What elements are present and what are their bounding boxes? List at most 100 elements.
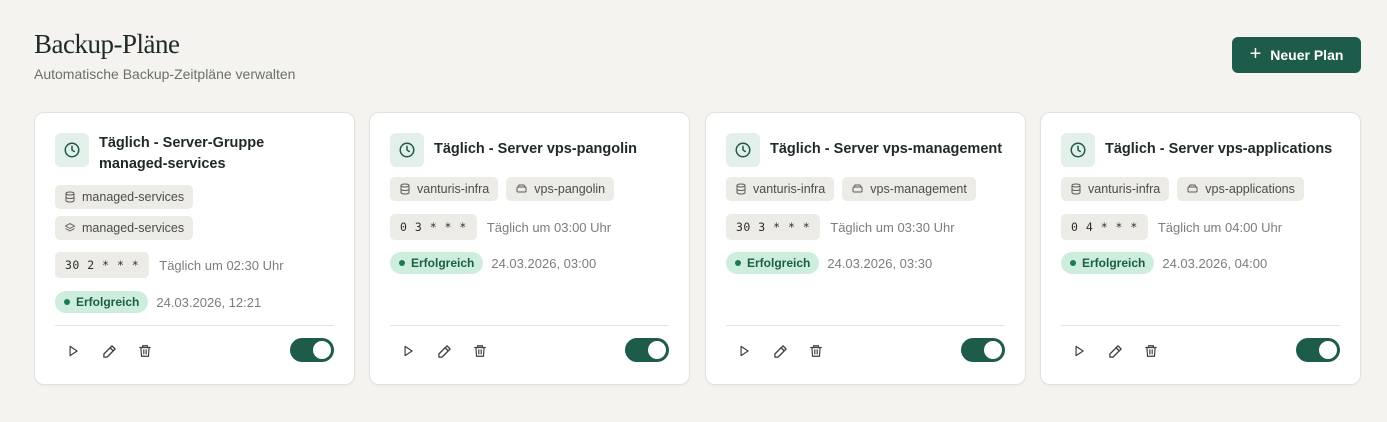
play-icon bbox=[1075, 345, 1084, 357]
schedule-description: Täglich um 02:30 Uhr bbox=[159, 257, 284, 273]
pencil-icon bbox=[1108, 344, 1122, 358]
card-actions bbox=[1069, 341, 1161, 361]
clock-icon bbox=[55, 133, 89, 167]
clock-icon bbox=[726, 133, 760, 167]
schedule-description: Täglich um 03:30 Uhr bbox=[830, 219, 955, 235]
toggle-knob bbox=[1319, 341, 1337, 359]
server-icon bbox=[516, 184, 527, 193]
run-button[interactable] bbox=[734, 341, 754, 361]
tag-row: managed-services bbox=[55, 216, 194, 240]
card-header: Täglich - Server vps-pangolin bbox=[390, 133, 671, 167]
server-tag: vps-management bbox=[842, 177, 976, 201]
enabled-toggle[interactable] bbox=[1296, 338, 1340, 362]
server-icon bbox=[1187, 184, 1198, 193]
page-subtitle: Automatische Backup-Zeitpläne verwalten bbox=[34, 66, 296, 82]
delete-button[interactable] bbox=[135, 341, 155, 361]
delete-button[interactable] bbox=[806, 341, 826, 361]
card-actions bbox=[63, 341, 155, 361]
divider bbox=[726, 325, 1005, 326]
status-row: Erfolgreich 24.03.2026, 03:30 bbox=[726, 252, 932, 274]
trash-icon bbox=[1145, 345, 1157, 357]
status-badge: Erfolgreich bbox=[726, 252, 820, 274]
clock-icon bbox=[390, 133, 424, 167]
schedule-description: Täglich um 03:00 Uhr bbox=[486, 219, 612, 235]
tag-row: vanturis-infra vps-pangolin bbox=[390, 177, 615, 201]
cron-expression: 30 2 * * * bbox=[55, 252, 150, 278]
plan-card: Täglich - Server vps-pangolin vanturis-i… bbox=[369, 112, 690, 385]
card-actions bbox=[398, 341, 490, 361]
card-title: Täglich - Server vps-pangolin bbox=[434, 141, 638, 157]
pencil-icon bbox=[773, 344, 787, 358]
edit-button[interactable] bbox=[1105, 341, 1125, 361]
schedule-row: 30 2 * * * Täglich um 02:30 Uhr bbox=[55, 252, 284, 278]
last-run-time: 24.03.2026, 03:30 bbox=[827, 255, 933, 271]
plan-card: Täglich - Server vps-applications vantur… bbox=[1040, 112, 1361, 385]
status-row: Erfolgreich 24.03.2026, 04:00 bbox=[1061, 252, 1267, 274]
database-icon bbox=[736, 183, 746, 195]
card-header: Täglich - Server vps-management bbox=[726, 133, 1007, 167]
cron-expression: 30 3 * * * bbox=[726, 214, 821, 240]
status-badge: Erfolgreich bbox=[1061, 252, 1155, 274]
card-title: Täglich - Server vps-applications bbox=[1105, 141, 1333, 157]
enabled-toggle[interactable] bbox=[290, 338, 334, 362]
repository-tag: vanturis-infra bbox=[726, 177, 835, 201]
status-dot-icon bbox=[735, 260, 741, 266]
layers-icon bbox=[65, 223, 75, 232]
play-icon bbox=[404, 345, 413, 357]
card-actions bbox=[734, 341, 826, 361]
server-tag: vps-pangolin bbox=[506, 177, 615, 201]
page-title: Backup-Pläne bbox=[34, 29, 180, 59]
schedule-description: Täglich um 04:00 Uhr bbox=[1157, 219, 1283, 235]
plan-card: Täglich - Server vps-management vanturis… bbox=[705, 112, 1026, 385]
pencil-icon bbox=[102, 344, 116, 358]
divider bbox=[1061, 325, 1340, 326]
new-plan-label: Neuer Plan bbox=[1270, 47, 1344, 63]
server-tag: vps-applications bbox=[1177, 177, 1304, 201]
play-icon bbox=[69, 345, 78, 357]
last-run-time: 24.03.2026, 12:21 bbox=[156, 294, 262, 310]
toggle-knob bbox=[313, 341, 331, 359]
run-button[interactable] bbox=[63, 341, 83, 361]
database-icon bbox=[400, 183, 410, 195]
plan-card: Täglich - Server-Gruppe managed-services… bbox=[34, 112, 355, 385]
status-dot-icon bbox=[64, 299, 70, 305]
status-dot-icon bbox=[399, 260, 405, 266]
run-button[interactable] bbox=[1069, 341, 1089, 361]
schedule-row: 30 3 * * * Täglich um 03:30 Uhr bbox=[726, 214, 955, 240]
card-title: Täglich - Server vps-management bbox=[770, 141, 1003, 157]
server-icon bbox=[852, 184, 863, 193]
toggle-knob bbox=[984, 341, 1002, 359]
cron-expression: 0 4 * * * bbox=[1061, 214, 1148, 240]
enabled-toggle[interactable] bbox=[625, 338, 669, 362]
tag-row: vanturis-infra vps-management bbox=[726, 177, 976, 201]
repository-tag: vanturis-infra bbox=[1061, 177, 1170, 201]
enabled-toggle[interactable] bbox=[961, 338, 1005, 362]
run-button[interactable] bbox=[398, 341, 418, 361]
trash-icon bbox=[139, 345, 151, 357]
clock-icon bbox=[1061, 133, 1095, 167]
pencil-icon bbox=[437, 344, 451, 358]
status-row: Erfolgreich 24.03.2026, 03:00 bbox=[390, 252, 596, 274]
database-icon bbox=[65, 191, 75, 203]
play-icon bbox=[740, 345, 749, 357]
tag-row: managed-services bbox=[55, 185, 194, 209]
divider bbox=[390, 325, 669, 326]
database-icon bbox=[1071, 183, 1081, 195]
schedule-row: 0 3 * * * Täglich um 03:00 Uhr bbox=[390, 214, 611, 240]
edit-button[interactable] bbox=[434, 341, 454, 361]
status-badge: Erfolgreich bbox=[390, 252, 484, 274]
repository-tag: managed-services bbox=[55, 185, 194, 209]
delete-button[interactable] bbox=[1141, 341, 1161, 361]
status-row: Erfolgreich 24.03.2026, 12:21 bbox=[55, 291, 261, 313]
delete-button[interactable] bbox=[470, 341, 490, 361]
page-header: Backup-Pläne Automatische Backup-Zeitplä… bbox=[34, 28, 295, 82]
new-plan-button[interactable]: + Neuer Plan bbox=[1232, 37, 1361, 73]
cron-expression: 0 3 * * * bbox=[390, 214, 477, 240]
edit-button[interactable] bbox=[770, 341, 790, 361]
status-badge: Erfolgreich bbox=[55, 291, 149, 313]
last-run-time: 24.03.2026, 04:00 bbox=[1162, 255, 1268, 271]
schedule-row: 0 4 * * * Täglich um 04:00 Uhr bbox=[1061, 214, 1282, 240]
trash-icon bbox=[810, 345, 822, 357]
edit-button[interactable] bbox=[99, 341, 119, 361]
last-run-time: 24.03.2026, 03:00 bbox=[491, 255, 597, 271]
